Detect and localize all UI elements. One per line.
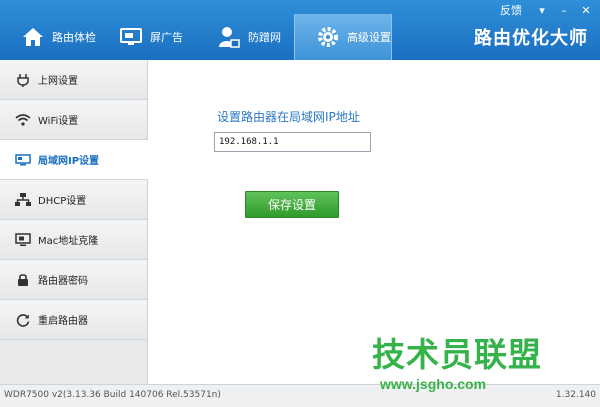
top-nav: 路由体检 屏广告 防蹭网 高级设置 [0, 14, 392, 60]
sidebar-item-mac-clone[interactable]: Mac地址克隆 [0, 220, 147, 260]
gear-icon [315, 24, 341, 50]
status-bar: WDR7500 v2(3.13.36 Build 140706 Rel.5357… [0, 384, 600, 407]
sidebar-empty-area [0, 340, 147, 384]
sidebar-item-lan-ip[interactable]: 局域网IP设置 [0, 140, 148, 180]
firmware-version-text: WDR7500 v2(3.13.36 Build 140706 Rel.5357… [4, 390, 221, 400]
lan-ip-input[interactable] [214, 132, 371, 152]
app-title: 路由优化大师 [474, 28, 588, 49]
tab-label: 路由体检 [52, 31, 96, 44]
app-version-text: 1.32.140 [555, 390, 596, 400]
monitor-icon [14, 231, 32, 249]
refresh-icon [14, 311, 32, 329]
sidebar-item-label: Mac地址克隆 [38, 236, 99, 247]
sidebar-item-internet[interactable]: 上网设置 [0, 60, 147, 100]
tab-block-ads[interactable]: 屏广告 [98, 14, 196, 60]
sidebar-item-wifi[interactable]: WiFi设置 [0, 100, 147, 140]
sidebar-item-label: 局域网IP设置 [38, 156, 100, 167]
tab-anti-freeloading[interactable]: 防蹭网 [196, 14, 294, 60]
wifi-icon [14, 111, 32, 129]
home-icon [20, 24, 46, 50]
user-lock-icon [216, 24, 242, 50]
tab-label: 高级设置 [347, 31, 391, 44]
lock-icon [14, 271, 32, 289]
sidebar: 上网设置 WiFi设置 局域网IP设置 DHCP设置 Mac地址克隆 路由器密码 [0, 60, 148, 384]
watermark-text: 技术员联盟 [372, 335, 542, 374]
tab-advanced-settings[interactable]: 高级设置 [294, 14, 392, 60]
screen-icon [118, 24, 144, 50]
network-tree-icon [14, 191, 32, 209]
minimize-icon[interactable]: – [556, 3, 572, 17]
title-bar: 反馈 ▾ – ✕ 路由体检 屏广告 防蹭网 高级设置 路由优化大师 [0, 0, 600, 60]
sidebar-item-label: DHCP设置 [38, 196, 87, 207]
sidebar-item-dhcp[interactable]: DHCP设置 [0, 180, 147, 220]
save-settings-button[interactable]: 保存设置 [245, 191, 339, 218]
tab-label: 防蹭网 [248, 31, 281, 44]
sidebar-item-reboot-router[interactable]: 重启路由器 [0, 300, 147, 340]
sidebar-item-label: 上网设置 [38, 76, 78, 87]
lan-icon [14, 151, 32, 169]
close-icon[interactable]: ✕ [578, 3, 594, 17]
plug-icon [14, 71, 32, 89]
feedback-link[interactable]: 反馈 [500, 2, 522, 18]
tab-label: 屏广告 [150, 31, 183, 44]
watermark-url: www.jsgho.com [380, 376, 487, 392]
sidebar-item-label: 重启路由器 [38, 316, 88, 327]
window-controls: 反馈 ▾ – ✕ [500, 2, 594, 18]
sidebar-item-label: WiFi设置 [38, 116, 79, 127]
menu-dropdown-icon[interactable]: ▾ [534, 3, 550, 17]
tab-router-checkup[interactable]: 路由体检 [0, 14, 98, 60]
lan-ip-field-label: 设置路由器在局域网IP地址 [217, 110, 360, 124]
sidebar-item-router-password[interactable]: 路由器密码 [0, 260, 147, 300]
sidebar-item-label: 路由器密码 [38, 276, 88, 287]
